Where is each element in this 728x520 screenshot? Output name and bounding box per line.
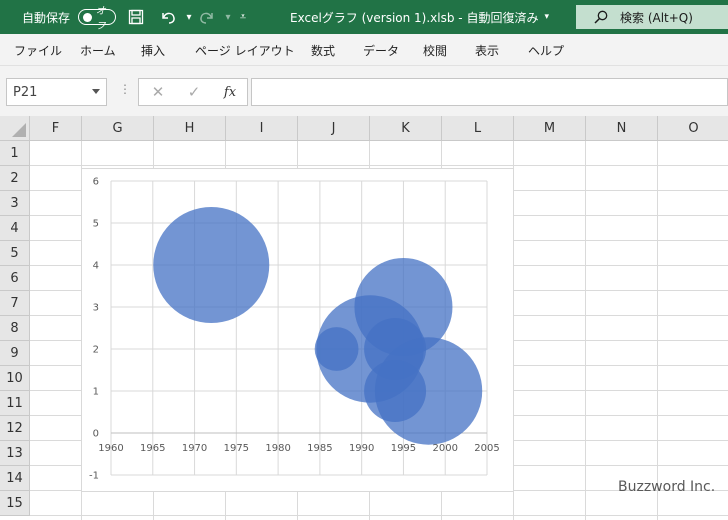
gridline: [657, 141, 658, 520]
x-tick-label: 2005: [474, 443, 499, 454]
column-header-k[interactable]: K: [370, 116, 442, 141]
row-header-1[interactable]: 1: [0, 141, 30, 166]
tab-file[interactable]: ファイル: [14, 34, 62, 66]
row-header-12[interactable]: 12: [0, 416, 30, 441]
autosave-state: オフ: [95, 6, 106, 32]
x-tick-label: 1990: [349, 443, 374, 454]
row-header-13[interactable]: 13: [0, 441, 30, 466]
tab-formulas[interactable]: 数式: [311, 34, 335, 66]
document-title[interactable]: Excelグラフ (version 1).xlsb - 自動回復済み ▾: [290, 0, 549, 34]
x-tick-label: 1985: [307, 443, 332, 454]
title-bar: 自動保存 オフ ▾ ▾ ⩡ Excelグラフ (version 1).xlsb …: [0, 0, 728, 34]
y-tick-label: 0: [93, 429, 99, 440]
y-tick-label: 1: [93, 387, 99, 398]
tab-home[interactable]: ホーム: [80, 34, 116, 66]
x-tick-label: 1970: [182, 443, 207, 454]
search-box[interactable]: 検索 (Alt+Q): [576, 5, 728, 29]
title-dropdown-icon: ▾: [544, 12, 549, 22]
column-header-j[interactable]: J: [298, 116, 370, 141]
tab-review[interactable]: 校閲: [423, 34, 447, 66]
row-header-8[interactable]: 8: [0, 316, 30, 341]
search-icon: [594, 10, 608, 24]
save-icon[interactable]: [125, 0, 147, 34]
enter-icon[interactable]: ✓: [181, 79, 207, 105]
cancel-icon[interactable]: ✕: [145, 79, 171, 105]
formula-bar: P21 ⋮ ✕ ✓ fx: [0, 66, 728, 116]
formula-input[interactable]: [251, 78, 728, 106]
x-tick-label: 2000: [432, 443, 457, 454]
row-header-14[interactable]: 14: [0, 466, 30, 491]
redo-icon[interactable]: [196, 0, 218, 34]
gridline: [30, 165, 728, 166]
gridline: [30, 515, 728, 516]
tab-view[interactable]: 表示: [475, 34, 499, 66]
column-header-i[interactable]: I: [226, 116, 298, 141]
name-box-dropdown-icon[interactable]: [92, 89, 100, 94]
row-header-9[interactable]: 9: [0, 341, 30, 366]
autosave-toggle[interactable]: オフ: [78, 6, 116, 32]
x-tick-label: 1980: [265, 443, 290, 454]
row-header-3[interactable]: 3: [0, 191, 30, 216]
column-header-h[interactable]: H: [154, 116, 226, 141]
formula-buttons: ✕ ✓ fx: [138, 78, 248, 106]
column-header-o[interactable]: O: [658, 116, 728, 141]
select-all-icon: [12, 123, 26, 137]
autosave-label: 自動保存: [22, 10, 71, 25]
row-header-5[interactable]: 5: [0, 241, 30, 266]
x-tick-label: 1995: [391, 443, 416, 454]
customize-quick-access-icon[interactable]: ⩡: [232, 0, 254, 34]
row-header-11[interactable]: 11: [0, 391, 30, 416]
y-tick-label: 4: [93, 261, 99, 272]
y-tick-label: 5: [93, 219, 99, 230]
name-box-value: P21: [13, 84, 38, 100]
column-header-n[interactable]: N: [586, 116, 658, 141]
x-tick-label: 1960: [98, 443, 123, 454]
chart-plot: 6 5 4 3 2 1 0 -1 1960 1965 1970 1975 1980 1985 1990 199…: [89, 177, 500, 482]
formula-bar-resize-handle[interactable]: ⋮: [119, 82, 131, 96]
column-header-g[interactable]: G: [82, 116, 154, 141]
tab-data[interactable]: データ: [363, 34, 399, 66]
y-tick-label: -1: [89, 471, 99, 482]
document-title-text: Excelグラフ (version 1).xlsb - 自動回復済み: [290, 10, 539, 25]
y-tick-label: 3: [93, 303, 99, 314]
undo-icon[interactable]: [157, 0, 179, 34]
select-all-button[interactable]: [0, 116, 30, 141]
tab-insert[interactable]: 挿入: [141, 34, 165, 66]
bubble: [153, 207, 270, 323]
bubble-chart[interactable]: 6 5 4 3 2 1 0 -1 1960 1965 1970 1975 1980 1985 1990 199…: [81, 168, 514, 492]
tab-help[interactable]: ヘルプ: [528, 34, 564, 66]
toggle-knob: [83, 12, 92, 22]
bubble: [364, 359, 427, 423]
search-label: 検索 (Alt+Q): [620, 10, 693, 25]
y-tick-label: 6: [93, 177, 99, 188]
name-box[interactable]: P21: [6, 78, 107, 106]
row-header-7[interactable]: 7: [0, 291, 30, 316]
row-header-10[interactable]: 10: [0, 366, 30, 391]
insert-function-icon[interactable]: fx: [217, 79, 243, 105]
column-header-m[interactable]: M: [514, 116, 586, 141]
ribbon-tabs: ファイル ホーム 挿入 ページ レイアウト 数式 データ 校閲 表示 ヘルプ: [0, 34, 728, 66]
watermark: Buzzword Inc.: [618, 479, 716, 495]
tab-page-layout[interactable]: ページ レイアウト: [195, 34, 295, 66]
x-tick-label: 1965: [140, 443, 165, 454]
column-header-f[interactable]: F: [30, 116, 82, 141]
row-header-15[interactable]: 15: [0, 491, 30, 516]
row-header-6[interactable]: 6: [0, 266, 30, 291]
row-header-2[interactable]: 2: [0, 166, 30, 191]
x-tick-label: 1975: [224, 443, 249, 454]
gridline: [585, 141, 586, 520]
y-tick-label: 2: [93, 345, 99, 356]
row-header-4[interactable]: 4: [0, 216, 30, 241]
column-header-l[interactable]: L: [442, 116, 514, 141]
